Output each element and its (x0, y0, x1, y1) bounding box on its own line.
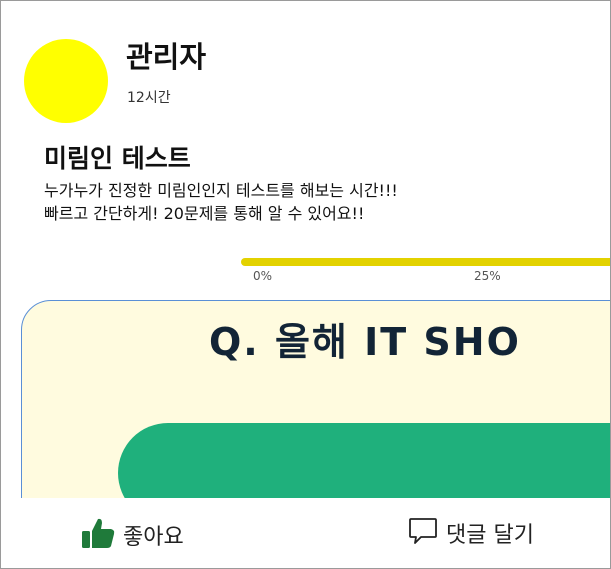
post-body-line: 누가누가 진정한 미림인인지 테스트를 해보는 시간!!! (44, 181, 398, 200)
quiz-question: Q. 올해 IT SHO (209, 320, 521, 364)
quiz-preview-image[interactable]: 0% 25% Q. 올해 IT SHO (1, 258, 610, 498)
avatar[interactable] (24, 39, 108, 123)
post-body: 누가누가 진정한 미림인인지 테스트를 해보는 시간!!! 빠르고 간단하게! … (44, 179, 398, 225)
speech-bubble-icon (408, 516, 438, 550)
answer-button (118, 423, 610, 498)
post-title: 미림인 테스트 (44, 144, 191, 173)
thumbs-up-icon (81, 516, 115, 554)
post-card: 관리자 12시간 미림인 테스트 누가누가 진정한 미림인인지 테스트를 해보는… (0, 0, 611, 569)
post-time: 12시간 (127, 90, 171, 106)
post-body-line: 빠르고 간단하게! 20문제를 통해 알 수 있어요!! (44, 204, 365, 223)
action-bar: 좋아요 댓글 달기 (1, 498, 610, 568)
progress-bar (241, 258, 610, 266)
progress-label-25: 25% (474, 269, 501, 283)
comment-label: 댓글 달기 (446, 523, 534, 548)
author-name[interactable]: 관리자 (126, 43, 206, 72)
like-button[interactable]: 좋아요 (81, 516, 184, 554)
progress-label-0: 0% (253, 269, 273, 283)
like-label: 좋아요 (123, 525, 184, 550)
comment-button[interactable]: 댓글 달기 (408, 516, 534, 550)
